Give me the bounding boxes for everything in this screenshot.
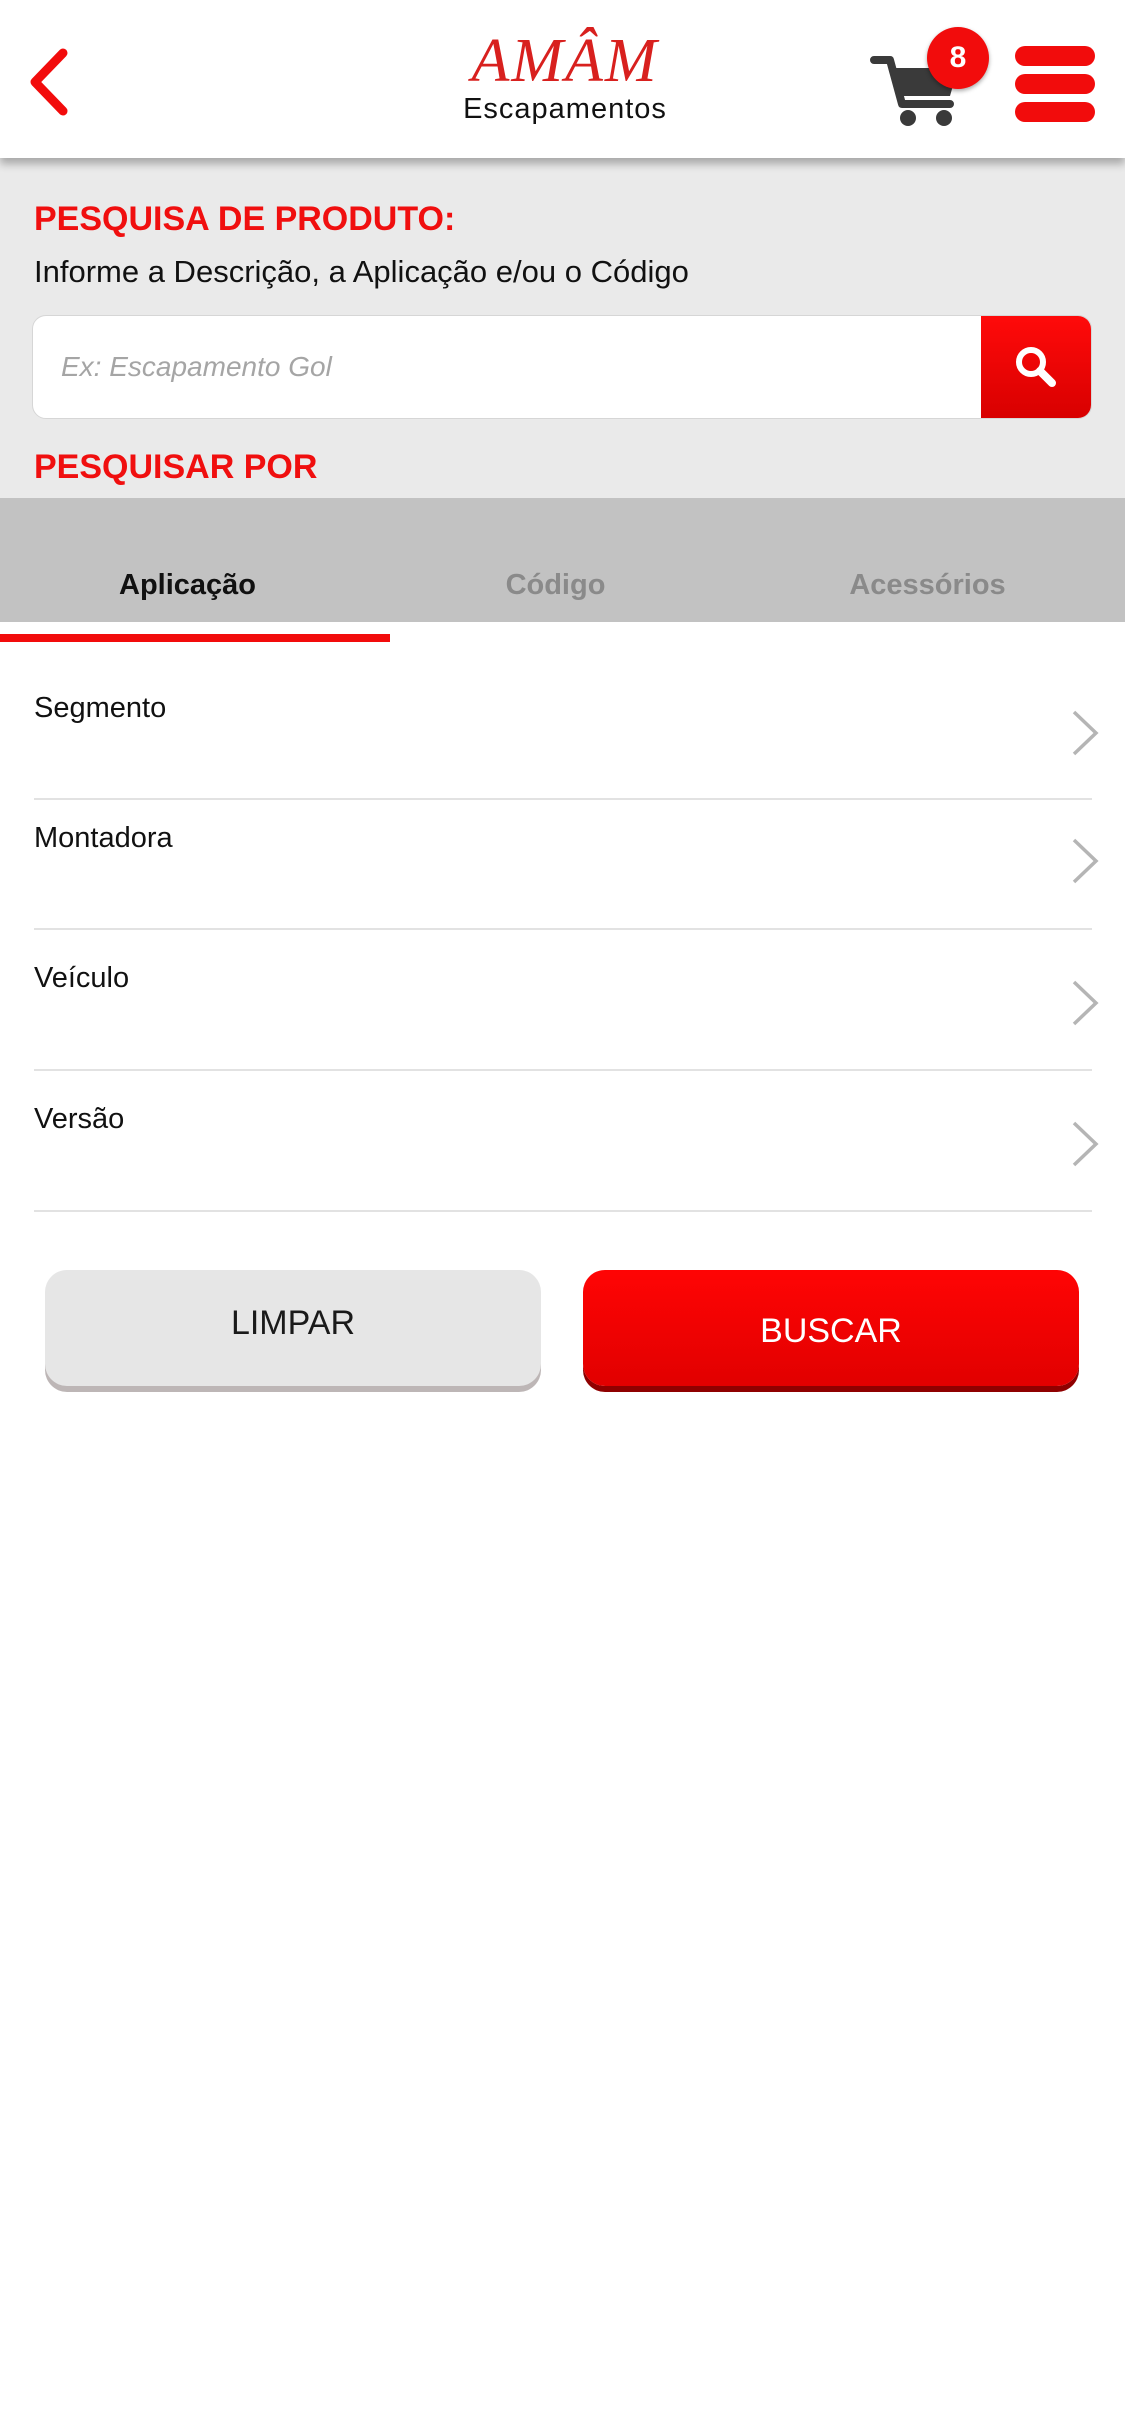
tab-acessorios[interactable]: Acessórios [740, 498, 1115, 622]
clear-button[interactable]: LIMPAR [45, 1270, 541, 1386]
tab-codigo[interactable]: Código [368, 498, 743, 622]
search-input[interactable] [33, 316, 981, 418]
search-type-tabs: Aplicação Código Acessórios [0, 498, 1125, 622]
tab-aplicacao[interactable]: Aplicação [0, 498, 375, 622]
filter-label: Veículo [34, 962, 130, 994]
chevron-left-icon [30, 48, 68, 116]
search-title: PESQUISA DE PRODUTO: [34, 200, 456, 238]
filter-label: Montadora [34, 822, 173, 854]
back-button[interactable] [14, 40, 84, 124]
filter-row-segmento[interactable]: Segmento [34, 660, 1099, 800]
filter-label: Versão [34, 1103, 125, 1135]
search-icon [1016, 347, 1056, 387]
cart-button[interactable]: 8 [870, 26, 990, 130]
filter-row-versao[interactable]: Versão [34, 1071, 1099, 1212]
submit-search-button[interactable]: BUSCAR [583, 1270, 1079, 1386]
cart-count-badge: 8 [927, 27, 989, 89]
chevron-right-icon [1072, 710, 1099, 756]
filter-list: Segmento Montadora Veículo Versão [34, 660, 1099, 1212]
chevron-right-icon [1072, 980, 1099, 1026]
hamburger-menu-icon [1015, 46, 1095, 122]
filter-label: Segmento [34, 692, 167, 724]
active-tab-indicator [0, 634, 390, 642]
chevron-right-icon [1072, 838, 1099, 884]
brand-logo: AMÂM Escapamentos [440, 30, 690, 130]
logo-subtitle: Escapamentos [463, 93, 667, 125]
filter-row-montadora[interactable]: Montadora [34, 800, 1099, 930]
search-by-label: PESQUISAR POR [34, 448, 318, 486]
logo-wordmark: AMÂM [471, 27, 659, 95]
menu-button[interactable] [1015, 46, 1095, 122]
search-button[interactable] [981, 316, 1091, 418]
filter-row-veiculo[interactable]: Veículo [34, 930, 1099, 1071]
chevron-right-icon [1072, 1121, 1099, 1167]
app-header: AMÂM Escapamentos 8 [0, 0, 1125, 158]
search-hint: Informe a Descrição, a Aplicação e/ou o … [34, 254, 689, 289]
search-box [32, 315, 1092, 419]
product-search-section: PESQUISA DE PRODUTO: Informe a Descrição… [0, 158, 1125, 498]
